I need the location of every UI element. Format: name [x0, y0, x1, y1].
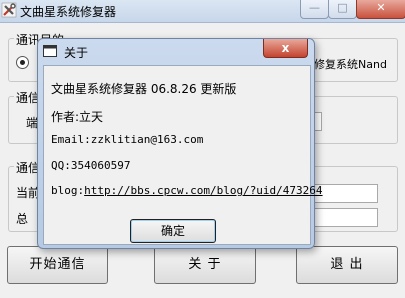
dialog-window-icon [43, 45, 57, 57]
author-text: 作者:立天 [51, 110, 104, 124]
dialog-title: 关于 [64, 46, 89, 60]
purpose-radio-left[interactable] [16, 56, 29, 69]
maximize-button[interactable]: □ [328, 0, 357, 19]
product-version-text: 文曲星系统修复器 06.8.26 更新版 [51, 82, 237, 96]
minimize-button[interactable]: — [300, 0, 329, 19]
about-button[interactable]: 关 于 [154, 246, 256, 284]
blog-label: blog: [51, 184, 85, 197]
start-communication-button[interactable]: 开始通信 [7, 246, 108, 284]
blog-line: blog:http://bbs.cpcw.com/blog/?uid/47326… [51, 184, 323, 197]
maximize-icon: □ [337, 1, 348, 14]
ok-button[interactable]: 确定 [130, 219, 216, 243]
window-close-button[interactable]: ✕ [356, 0, 405, 19]
dialog-close-icon: x [281, 41, 290, 55]
blog-link[interactable]: http://bbs.cpcw.com/blog/?uid/473264 [84, 184, 322, 197]
dialog-body: 文曲星系统修复器 06.8.26 更新版 作者:立天 Email:zzkliti… [43, 65, 323, 245]
email-text: Email:zzklitian@163.com [51, 133, 204, 146]
dialog-close-button[interactable]: x [263, 39, 308, 58]
repair-nand-label[interactable]: 修复系统Nand [314, 56, 387, 72]
total-label: 总 [16, 212, 29, 226]
port-select[interactable] [314, 112, 322, 131]
qq-text: QQ:354060597 [51, 159, 131, 172]
window-title: 文曲星系统修复器 [20, 5, 117, 19]
app-tools-icon [1, 2, 17, 18]
minimize-icon: — [309, 1, 320, 14]
about-dialog: 关于 x 文曲星系统修复器 06.8.26 更新版 作者:立天 Email:zz… [37, 38, 323, 249]
main-title-bar: 文曲星系统修复器 — □ ✕ [0, 0, 405, 23]
close-icon: ✕ [376, 1, 386, 14]
exit-button[interactable]: 退 出 [296, 246, 398, 284]
